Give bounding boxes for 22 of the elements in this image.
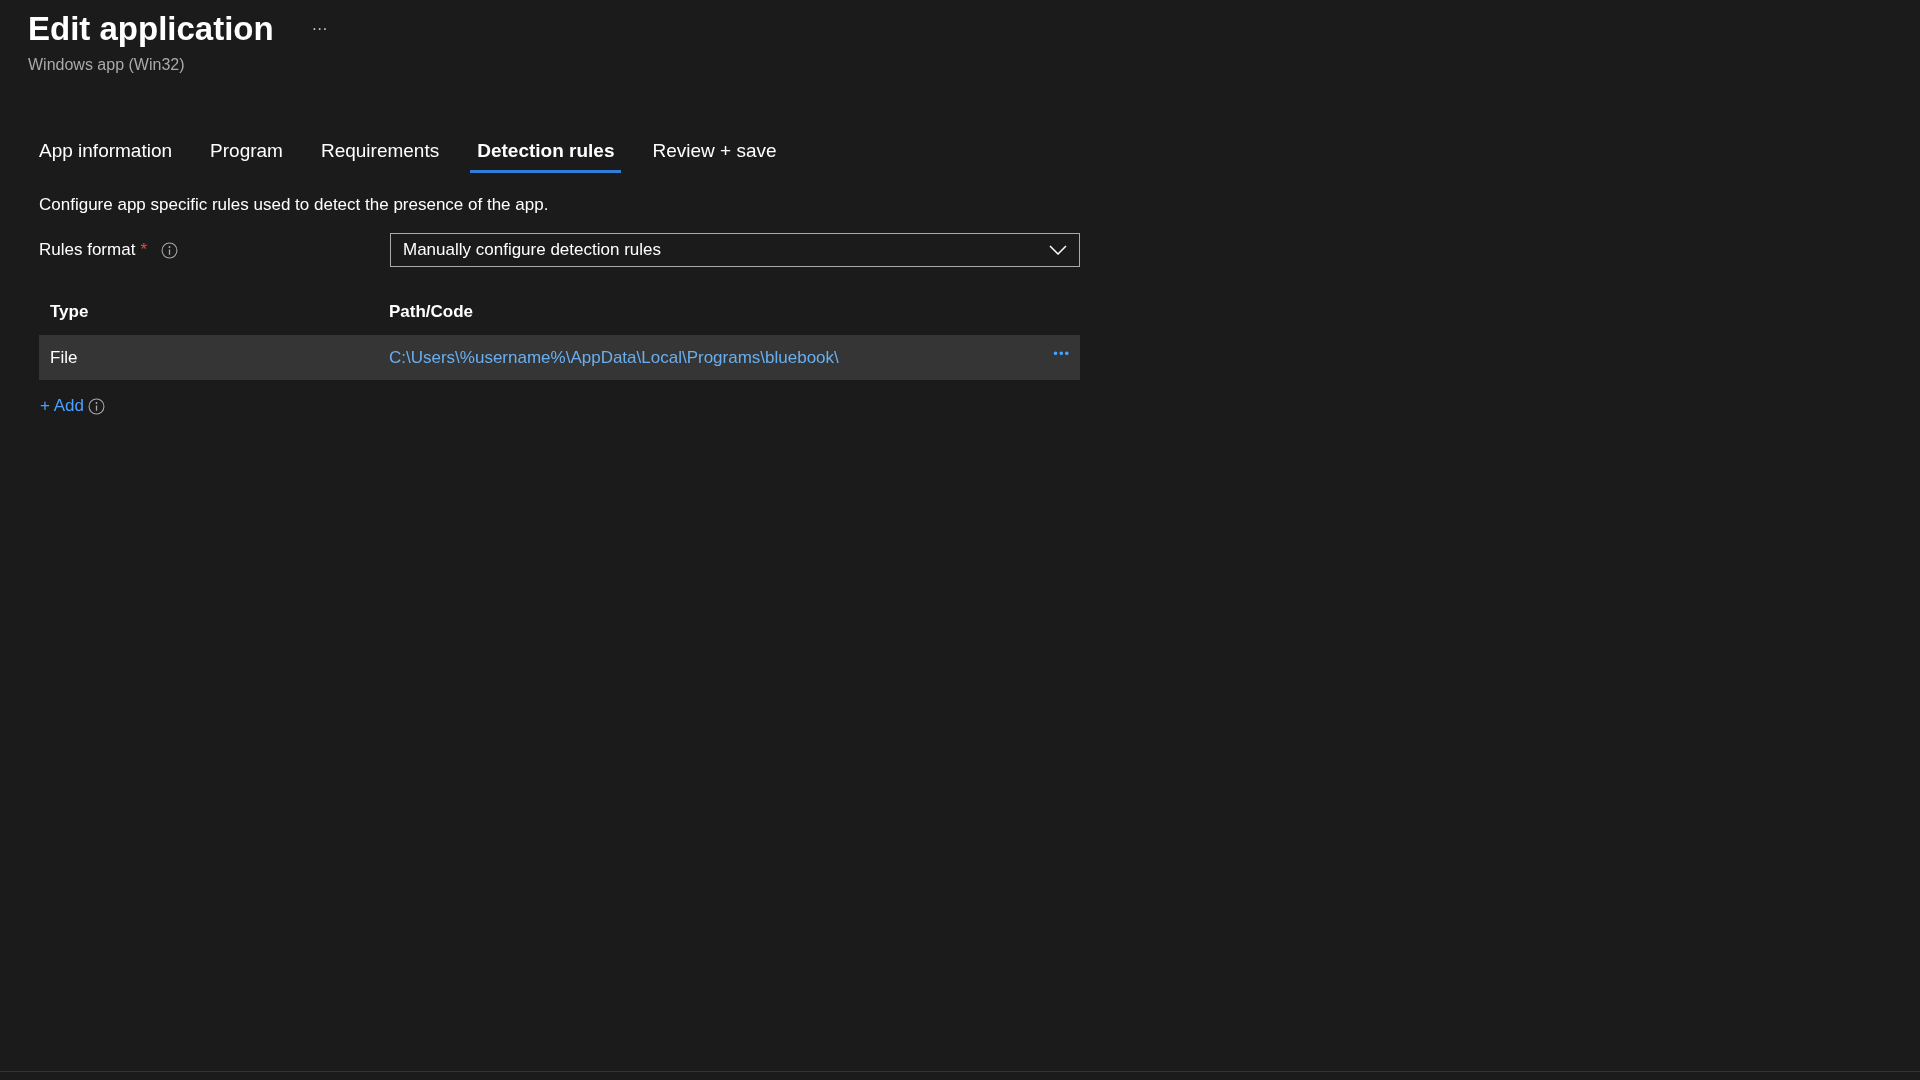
- table-row[interactable]: File C:\Users\%username%\AppData\Local\Programs\bluebook\ •••: [39, 335, 1080, 380]
- tab[interactable]: Program: [203, 134, 290, 173]
- path-link[interactable]: C:\Users\%username%\AppData\Local\Programs\bluebook\: [389, 347, 839, 367]
- chevron-down-icon: [1049, 245, 1067, 255]
- required-mark: *: [140, 240, 147, 260]
- column-header: Type: [49, 302, 90, 322]
- rules-format-dropdown[interactable]: Manually configure detection rules: [390, 233, 1080, 267]
- info-icon[interactable]: [87, 397, 105, 415]
- page-subtitle: Windows app (Win32): [28, 56, 186, 74]
- column-header: Path/Code: [389, 302, 475, 322]
- description-text: Configure app specific rules used to detect the presence of the app.: [39, 195, 550, 215]
- tab[interactable]: Requirements: [313, 134, 447, 173]
- tab[interactable]: App information: [32, 134, 180, 173]
- add-link[interactable]: + Add: [40, 396, 84, 416]
- table-cell: File: [50, 347, 78, 367]
- info-icon[interactable]: [161, 241, 178, 259]
- field-label: Rules format: [39, 240, 136, 260]
- tab[interactable]: Review + save: [645, 134, 784, 173]
- row-more-button[interactable]: •••: [1051, 346, 1072, 369]
- page-title: Edit application: [28, 10, 274, 48]
- tab[interactable]: Detection rules: [470, 134, 622, 173]
- more-button[interactable]: ···: [307, 18, 332, 40]
